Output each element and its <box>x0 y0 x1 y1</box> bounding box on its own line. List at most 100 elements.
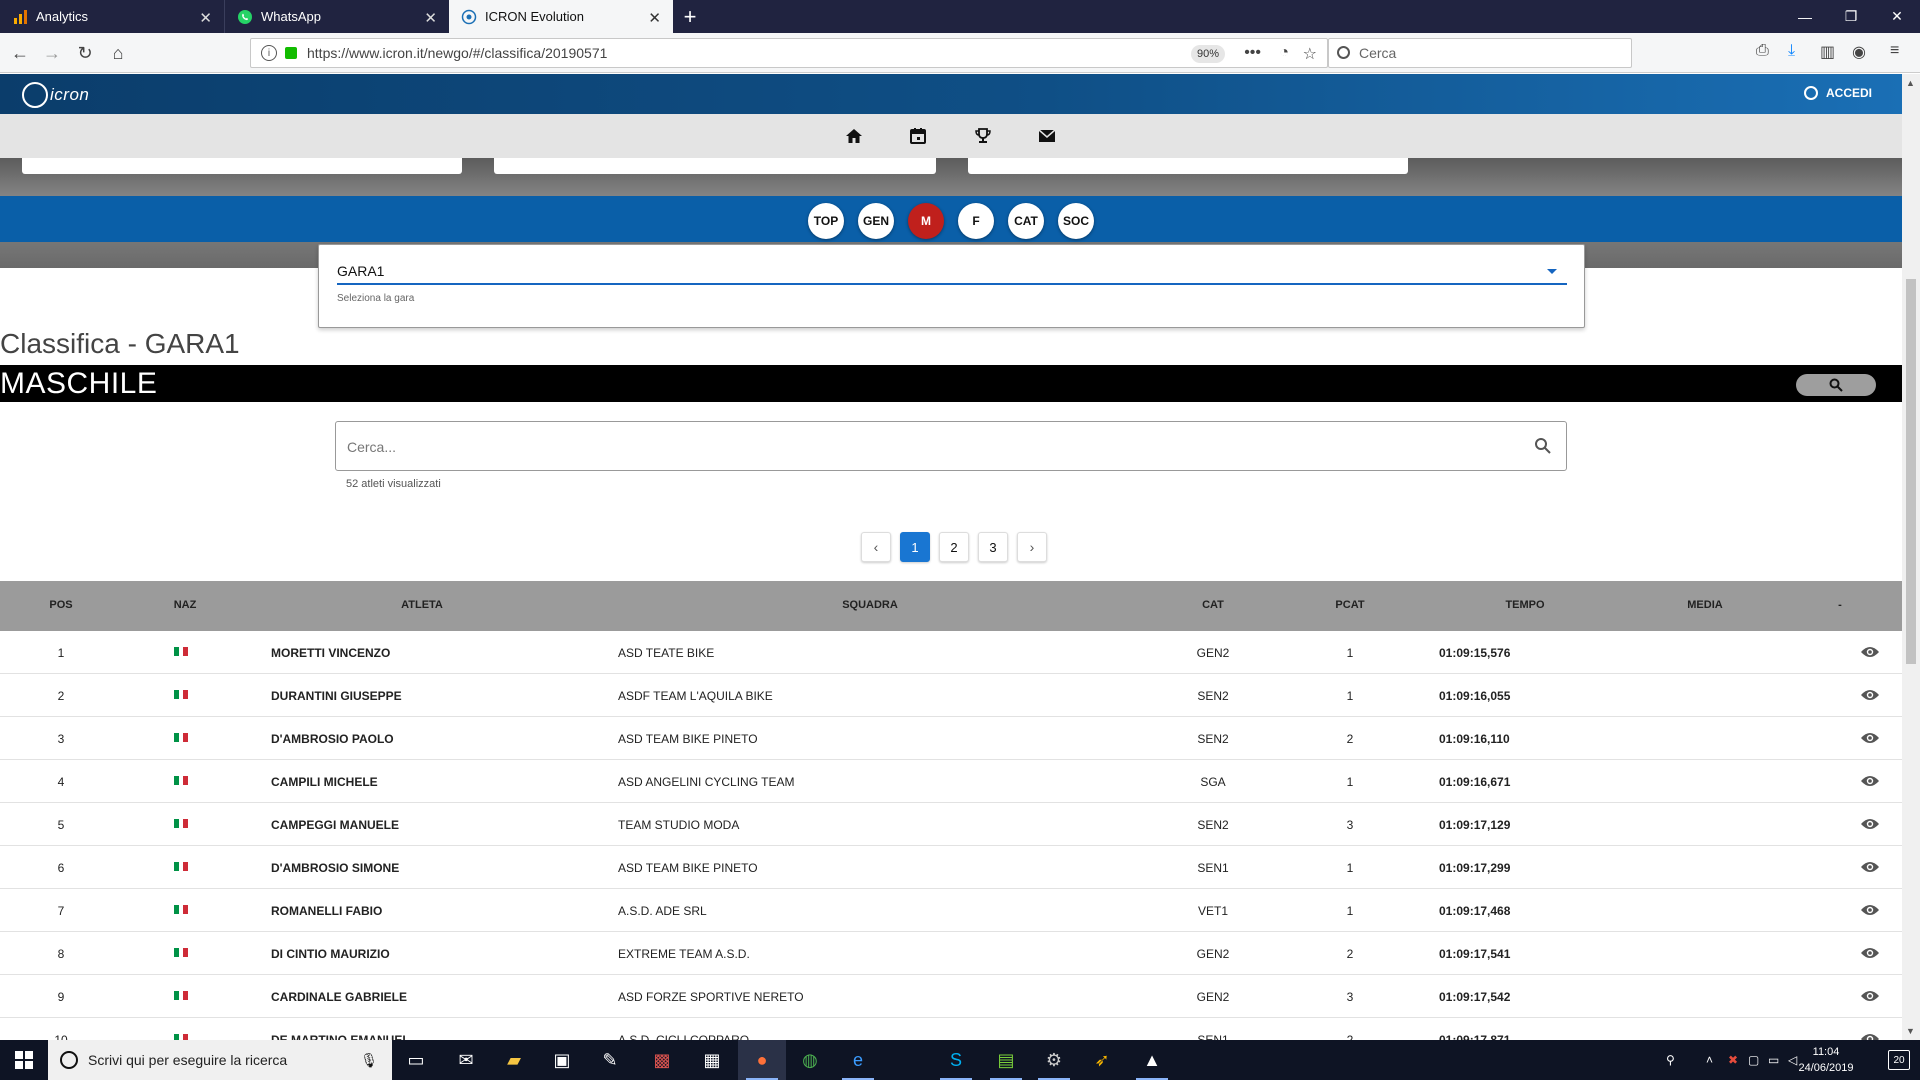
column-pos[interactable]: POS <box>49 599 72 611</box>
store-icon[interactable]: ▣ <box>538 1040 586 1080</box>
firefox-icon[interactable]: ● <box>738 1040 786 1080</box>
zoom-level[interactable]: 90% <box>1190 45 1225 63</box>
download-icon[interactable]: ⤓ <box>1788 42 1795 60</box>
athlete-search-input[interactable]: Cerca... <box>335 421 1567 471</box>
new-tab-button[interactable]: + <box>673 0 707 33</box>
tab-whatsapp[interactable]: WhatsApp ✕ <box>225 0 449 33</box>
filter-m-button[interactable]: M <box>908 203 944 239</box>
close-tab-icon[interactable]: ✕ <box>199 9 212 27</box>
sidebar-icon[interactable]: ▥ <box>1820 42 1835 62</box>
back-icon[interactable]: ← <box>8 41 32 65</box>
tray-chevron-icon[interactable]: ˄ <box>1706 1040 1713 1080</box>
url-text[interactable]: https://www.icron.it/newgo/#/classifica/… <box>307 45 607 61</box>
chrome-icon[interactable]: ◍ <box>786 1040 834 1080</box>
restore-icon[interactable]: ❐ <box>1828 0 1874 33</box>
table-row[interactable]: 3 D'AMBROSIO PAOLO ASD TEAM BIKE PINETO SEN… <box>0 717 1902 760</box>
page-button-1[interactable]: 1 <box>900 532 930 562</box>
taskbar-clock[interactable]: 11:04 24/06/2019 <box>1786 1044 1866 1076</box>
taskbar-search-input[interactable]: Scrivi qui per eseguire la ricerca 🎙 <box>48 1040 392 1080</box>
table-row[interactable]: 6 D'AMBROSIO SIMONE ASD TEAM BIKE PINETO SE… <box>0 846 1902 889</box>
table-row[interactable]: 7 ROMANELLI FABIO A.S.D. ADE SRL VET1 1 01:09… <box>0 889 1902 932</box>
bookmark-star-icon[interactable]: ☆ <box>1303 44 1317 64</box>
home-icon[interactable] <box>844 126 864 146</box>
column-cat[interactable]: CAT <box>1202 599 1224 611</box>
scroll-up-icon[interactable]: ▲ <box>1906 78 1915 88</box>
view-details-eye-icon[interactable] <box>1860 645 1880 659</box>
view-details-eye-icon[interactable] <box>1860 817 1880 831</box>
view-details-eye-icon[interactable] <box>1860 946 1880 960</box>
calendar-icon[interactable] <box>908 126 928 146</box>
scrollbar-thumb[interactable] <box>1906 279 1916 664</box>
page-button-3[interactable]: 3 <box>978 532 1008 562</box>
app-red-icon[interactable]: ▩ <box>638 1040 686 1080</box>
table-row[interactable]: 8 DI CINTIO MAURIZIO EXTREME TEAM A.S.D. GE… <box>0 932 1902 975</box>
view-details-eye-icon[interactable] <box>1860 774 1880 788</box>
view-details-eye-icon[interactable] <box>1860 688 1880 702</box>
task-view-icon[interactable]: ▭ <box>392 1040 440 1080</box>
tray-app-icon[interactable]: ✖ <box>1728 1040 1738 1080</box>
app-green-icon[interactable]: ▤ <box>982 1040 1030 1080</box>
table-row[interactable]: 4 CAMPILI MICHELE ASD ANGELINI CYCLING TEA… <box>0 760 1902 803</box>
close-tab-icon[interactable]: ✕ <box>648 9 661 27</box>
paint-icon[interactable]: ✎ <box>586 1040 634 1080</box>
page-scrollbar[interactable]: ▲ ▼ <box>1902 74 1920 1040</box>
start-button[interactable] <box>0 1040 48 1080</box>
minimize-icon[interactable]: — <box>1782 0 1828 33</box>
close-window-icon[interactable]: ✕ <box>1874 0 1920 33</box>
notifications-button[interactable]: 20 <box>1888 1050 1910 1070</box>
network-icon[interactable]: ▭ <box>1768 1040 1779 1080</box>
home-button-icon[interactable]: ⌂ <box>106 41 130 65</box>
photos-icon[interactable]: ▲ <box>1128 1040 1176 1080</box>
table-row[interactable]: 9 CARDINALE GABRIELE ASD FORZE SPORTIVE NE… <box>0 975 1902 1018</box>
view-details-eye-icon[interactable] <box>1860 860 1880 874</box>
pocket-icon[interactable]: ◔ <box>1279 44 1289 62</box>
info-icon[interactable]: i <box>261 45 277 61</box>
scroll-down-icon[interactable]: ▼ <box>1906 1026 1915 1036</box>
account-icon[interactable]: ◉ <box>1852 42 1866 62</box>
calculator-icon[interactable]: ▦ <box>688 1040 736 1080</box>
app-bird-icon[interactable]: ➶ <box>1078 1040 1126 1080</box>
site-logo[interactable]: icron <box>22 80 89 110</box>
tab-icron-evolution[interactable]: ICRON Evolution ✕ <box>449 0 673 33</box>
microphone-icon[interactable]: 🎙 <box>360 1052 378 1069</box>
view-details-eye-icon[interactable] <box>1860 989 1880 1003</box>
table-row[interactable]: 2 DURANTINI GIUSEPPE ASDF TEAM L'AQUILA BI… <box>0 674 1902 717</box>
address-bar[interactable]: i https://www.icron.it/newgo/#/classific… <box>250 38 1328 68</box>
library-icon[interactable]: ⎙ <box>1756 42 1769 60</box>
page-actions-icon[interactable]: ••• <box>1244 44 1261 62</box>
table-row[interactable]: 5 CAMPEGGI MANUELE TEAM STUDIO MODA SEN2 3 01… <box>0 803 1902 846</box>
filter-cat-button[interactable]: CAT <box>1008 203 1044 239</box>
tray-app-2-icon[interactable]: ▢ <box>1748 1040 1759 1080</box>
prev-page-button[interactable]: ‹ <box>861 532 891 562</box>
skype-icon[interactable]: S <box>932 1040 980 1080</box>
close-tab-icon[interactable]: ✕ <box>424 9 437 27</box>
app-tool-icon[interactable]: ⚙ <box>1030 1040 1078 1080</box>
column-squadra[interactable]: SQUADRA <box>842 599 898 611</box>
forward-icon[interactable]: → <box>40 41 64 65</box>
view-details-eye-icon[interactable] <box>1860 731 1880 745</box>
column-pcat[interactable]: PCAT <box>1335 599 1364 611</box>
view-details-eye-icon[interactable] <box>1860 1032 1880 1040</box>
filter-gen-button[interactable]: GEN <box>858 203 894 239</box>
edge-icon[interactable]: e <box>834 1040 882 1080</box>
browser-search-input[interactable]: Cerca <box>1328 38 1632 68</box>
page-button-2[interactable]: 2 <box>939 532 969 562</box>
filter-f-button[interactable]: F <box>958 203 994 239</box>
filter-top-button[interactable]: TOP <box>808 203 844 239</box>
mail-icon[interactable] <box>1037 126 1057 146</box>
filter-soc-button[interactable]: SOC <box>1058 203 1094 239</box>
race-select[interactable]: GARA1 <box>337 263 1567 285</box>
column-atleta[interactable]: ATLETA <box>401 599 443 611</box>
reload-icon[interactable]: ↻ <box>73 41 97 65</box>
tab-analytics[interactable]: Analytics ✕ <box>0 0 224 33</box>
table-row[interactable]: 10 DE MARTINO EMANUEL A.S.D. CICLI COPPARO… <box>0 1018 1902 1040</box>
mail-app-icon[interactable]: ✉ <box>442 1040 490 1080</box>
table-row[interactable]: 1 MORETTI VINCENZO ASD TEATE BIKE GEN2 1 01:0… <box>0 631 1902 674</box>
column-media[interactable]: MEDIA <box>1687 599 1722 611</box>
people-icon[interactable]: ⚲ <box>1666 1040 1675 1080</box>
next-page-button[interactable]: › <box>1017 532 1047 562</box>
view-details-eye-icon[interactable] <box>1860 903 1880 917</box>
column-naz[interactable]: NAZ <box>174 599 197 611</box>
column-tempo[interactable]: TEMPO <box>1505 599 1544 611</box>
login-button[interactable]: ACCEDI <box>1803 86 1872 100</box>
